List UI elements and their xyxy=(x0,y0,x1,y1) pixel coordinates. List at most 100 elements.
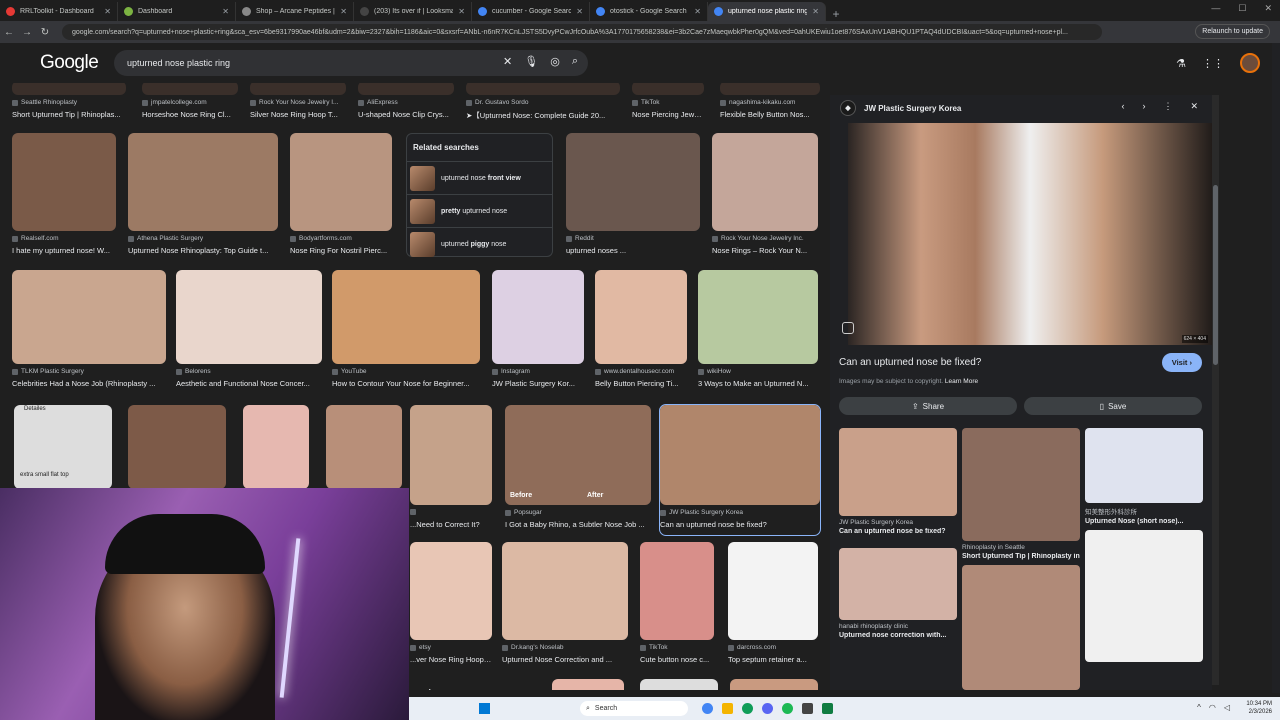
result-thumbnail[interactable] xyxy=(12,83,126,95)
panel-scrollbar[interactable] xyxy=(1212,95,1219,685)
result-thumbnail[interactable] xyxy=(505,405,651,505)
search-input[interactable]: upturned nose plastic ring ✕ 🎙 ◎ ⌕ xyxy=(114,50,588,76)
result-title[interactable]: ➤【Upturned Nose: Complete Guide 20... xyxy=(466,110,620,121)
result-thumbnail[interactable] xyxy=(410,542,492,640)
tab-2[interactable]: Shop – Arcane Peptides | Premi ✕ xyxy=(236,2,354,21)
image-result[interactable]: nagashima-kikaku.com Flexible Belly Butto… xyxy=(720,83,820,125)
result-source[interactable]: TikTok xyxy=(632,99,704,106)
image-result[interactable]: www.dentalhousecr.com Belly Button Pierci… xyxy=(595,270,687,394)
image-result[interactable]: Popsugar I Got a Baby Rhino, a Subtler No… xyxy=(505,405,651,535)
tab-6[interactable]: upturned nose plastic ring - Go ✕ xyxy=(708,2,826,21)
related-source[interactable]: Rhinoplasty in Seattle xyxy=(962,544,1080,551)
result-thumbnail[interactable] xyxy=(566,133,700,231)
result-title[interactable]: Nose Rings – Rock Your N... xyxy=(712,246,818,255)
result-title[interactable]: Aesthetic and Functional Nose Concer... xyxy=(176,379,322,388)
image-result[interactable]: Realself.com I hate my upturned nose! W..… xyxy=(12,133,116,261)
related-image[interactable] xyxy=(1085,530,1203,662)
result-thumbnail[interactable] xyxy=(128,405,226,489)
tab-close-icon[interactable]: ✕ xyxy=(812,7,819,16)
result-source[interactable]: etsy xyxy=(410,644,492,651)
result-thumbnail[interactable] xyxy=(595,270,687,364)
related-thumbnail[interactable] xyxy=(962,565,1080,690)
image-result[interactable]: TLKM Plastic Surgery Celebrities Had a No… xyxy=(12,270,166,394)
related-thumbnail[interactable] xyxy=(839,548,957,620)
labs-icon[interactable]: ⚗ xyxy=(1176,57,1186,70)
tab-1[interactable]: Dashboard ✕ xyxy=(118,2,236,21)
related-search-item[interactable]: pretty upturned nose xyxy=(407,194,552,227)
image-result[interactable]: YouTube How to Contour Your Nose for Begi… xyxy=(332,270,480,394)
related-source[interactable]: JW Plastic Surgery Korea xyxy=(839,519,957,526)
result-source[interactable]: TikTok xyxy=(640,644,714,651)
windows-start-icon[interactable] xyxy=(479,703,490,714)
related-image[interactable]: 知美整形外科診所 Upturned Nose (short nose)... xyxy=(1085,428,1203,525)
result-source[interactable]: Reddit xyxy=(566,235,700,242)
share-button[interactable]: ⇪ Share xyxy=(839,397,1017,415)
result-thumbnail[interactable] xyxy=(243,405,309,489)
result-title[interactable]: Upturned Nose Rhinoplasty: Top Guide t..… xyxy=(128,246,278,255)
more-icon[interactable]: ⋮ xyxy=(1163,101,1172,112)
wifi-icon[interactable]: ◠ xyxy=(1209,703,1216,712)
related-image[interactable]: Rhinoplasty in Seattle Short Upturned Tip… xyxy=(962,428,1080,560)
result-thumbnail[interactable] xyxy=(632,83,704,95)
related-title[interactable]: Upturned Nose (short nose)... xyxy=(1085,518,1203,525)
taskbar-search[interactable]: ⌕ Search xyxy=(580,701,688,716)
result-source[interactable]: TLKM Plastic Surgery xyxy=(12,368,166,375)
image-result[interactable]: AliExpress U-shaped Nose Clip Crys... xyxy=(358,83,454,125)
related-title[interactable]: Upturned nose correction with... xyxy=(839,632,957,639)
result-source[interactable]: jmpatelcollege.com xyxy=(142,99,238,106)
image-result[interactable]: Seattle Rhinoplasty Short Upturned Tip | … xyxy=(12,83,126,125)
result-thumbnail[interactable] xyxy=(730,679,818,690)
result-source[interactable]: Rock Your Nose Jewelry I... xyxy=(250,99,346,106)
result-thumbnail[interactable] xyxy=(290,133,392,231)
maximize-icon[interactable]: ☐ xyxy=(1238,3,1246,14)
result-thumbnail[interactable] xyxy=(128,133,278,231)
image-result[interactable]: wikiHow 3 Ways to Make an Upturned N... xyxy=(698,270,818,394)
image-result[interactable]: Belorens Aesthetic and Functional Nose Co… xyxy=(176,270,322,394)
result-title[interactable]: ...ver Nose Ring Hoop -... xyxy=(410,655,492,664)
result-title[interactable]: upturned noses ... xyxy=(566,246,700,255)
tab-3[interactable]: (203) Its over if | Looksmax.org ✕ xyxy=(354,2,472,21)
url-field[interactable]: google.com/search?q=upturned+nose+plasti… xyxy=(62,24,1102,40)
panel-source[interactable]: JW Plastic Surgery Korea xyxy=(864,104,961,113)
avatar[interactable] xyxy=(1240,53,1260,73)
image-result[interactable]: Dr.kang's Noselab Upturned Nose Correctio… xyxy=(502,542,628,670)
google-logo[interactable]: Google xyxy=(40,52,99,74)
result-source[interactable]: darcross.com xyxy=(728,644,818,651)
image-result[interactable]: darcross.com Top septum retainer a... xyxy=(728,542,818,670)
image-result[interactable]: jmpatelcollege.com Horseshoe Nose Ring Cl… xyxy=(142,83,238,125)
tab-close-icon[interactable]: ✕ xyxy=(340,7,347,16)
result-source[interactable]: wikiHow xyxy=(698,368,818,375)
result-thumbnail[interactable] xyxy=(720,83,820,95)
result-thumbnail[interactable] xyxy=(712,133,818,231)
panel-title[interactable]: Can an upturned nose be fixed? xyxy=(839,357,981,368)
tab-5[interactable]: otostick - Google Search ✕ xyxy=(590,2,708,21)
result-source[interactable]: Realself.com xyxy=(12,235,116,242)
result-title[interactable]: JW Plastic Surgery Kor... xyxy=(492,379,584,388)
page-scrollbar[interactable] xyxy=(1272,43,1280,693)
image-result[interactable]: TikTok Cute button nose c... xyxy=(640,542,714,670)
result-thumbnail[interactable] xyxy=(332,270,480,364)
result-source[interactable]: Athena Plastic Surgery xyxy=(128,235,278,242)
result-source[interactable]: www.dentalhousecr.com xyxy=(595,368,687,375)
result-title[interactable]: Nose Ring For Nostril Pierc... xyxy=(290,246,392,255)
result-thumbnail[interactable] xyxy=(142,83,238,95)
apps-icon[interactable]: ⋮⋮ xyxy=(1202,57,1224,70)
tab-close-icon[interactable]: ✕ xyxy=(104,7,111,16)
learn-more-link[interactable]: Learn More xyxy=(945,378,978,385)
result-thumbnail[interactable] xyxy=(410,405,492,505)
tab-close-icon[interactable]: ✕ xyxy=(694,7,701,16)
result-title[interactable]: Silver Nose Ring Hoop T... xyxy=(250,110,346,119)
result-title[interactable]: I Got a Baby Rhino, a Subtler Nose Job .… xyxy=(505,520,651,529)
result-source[interactable]: Belorens xyxy=(176,368,322,375)
tab-close-icon[interactable]: ✕ xyxy=(458,7,465,16)
result-thumbnail[interactable] xyxy=(12,133,116,231)
result-thumbnail[interactable] xyxy=(358,83,454,95)
result-source[interactable]: Rock Your Nose Jewelry Inc. xyxy=(712,235,818,242)
result-source[interactable]: Popsugar xyxy=(505,509,651,516)
related-thumbnail[interactable] xyxy=(839,428,957,516)
result-title[interactable]: I hate my upturned nose! W... xyxy=(12,246,116,255)
result-thumbnail[interactable] xyxy=(326,405,402,489)
result-thumbnail[interactable] xyxy=(250,83,346,95)
clear-icon[interactable]: ✕ xyxy=(503,55,512,68)
related-source[interactable]: 知美整形外科診所 xyxy=(1085,506,1203,516)
